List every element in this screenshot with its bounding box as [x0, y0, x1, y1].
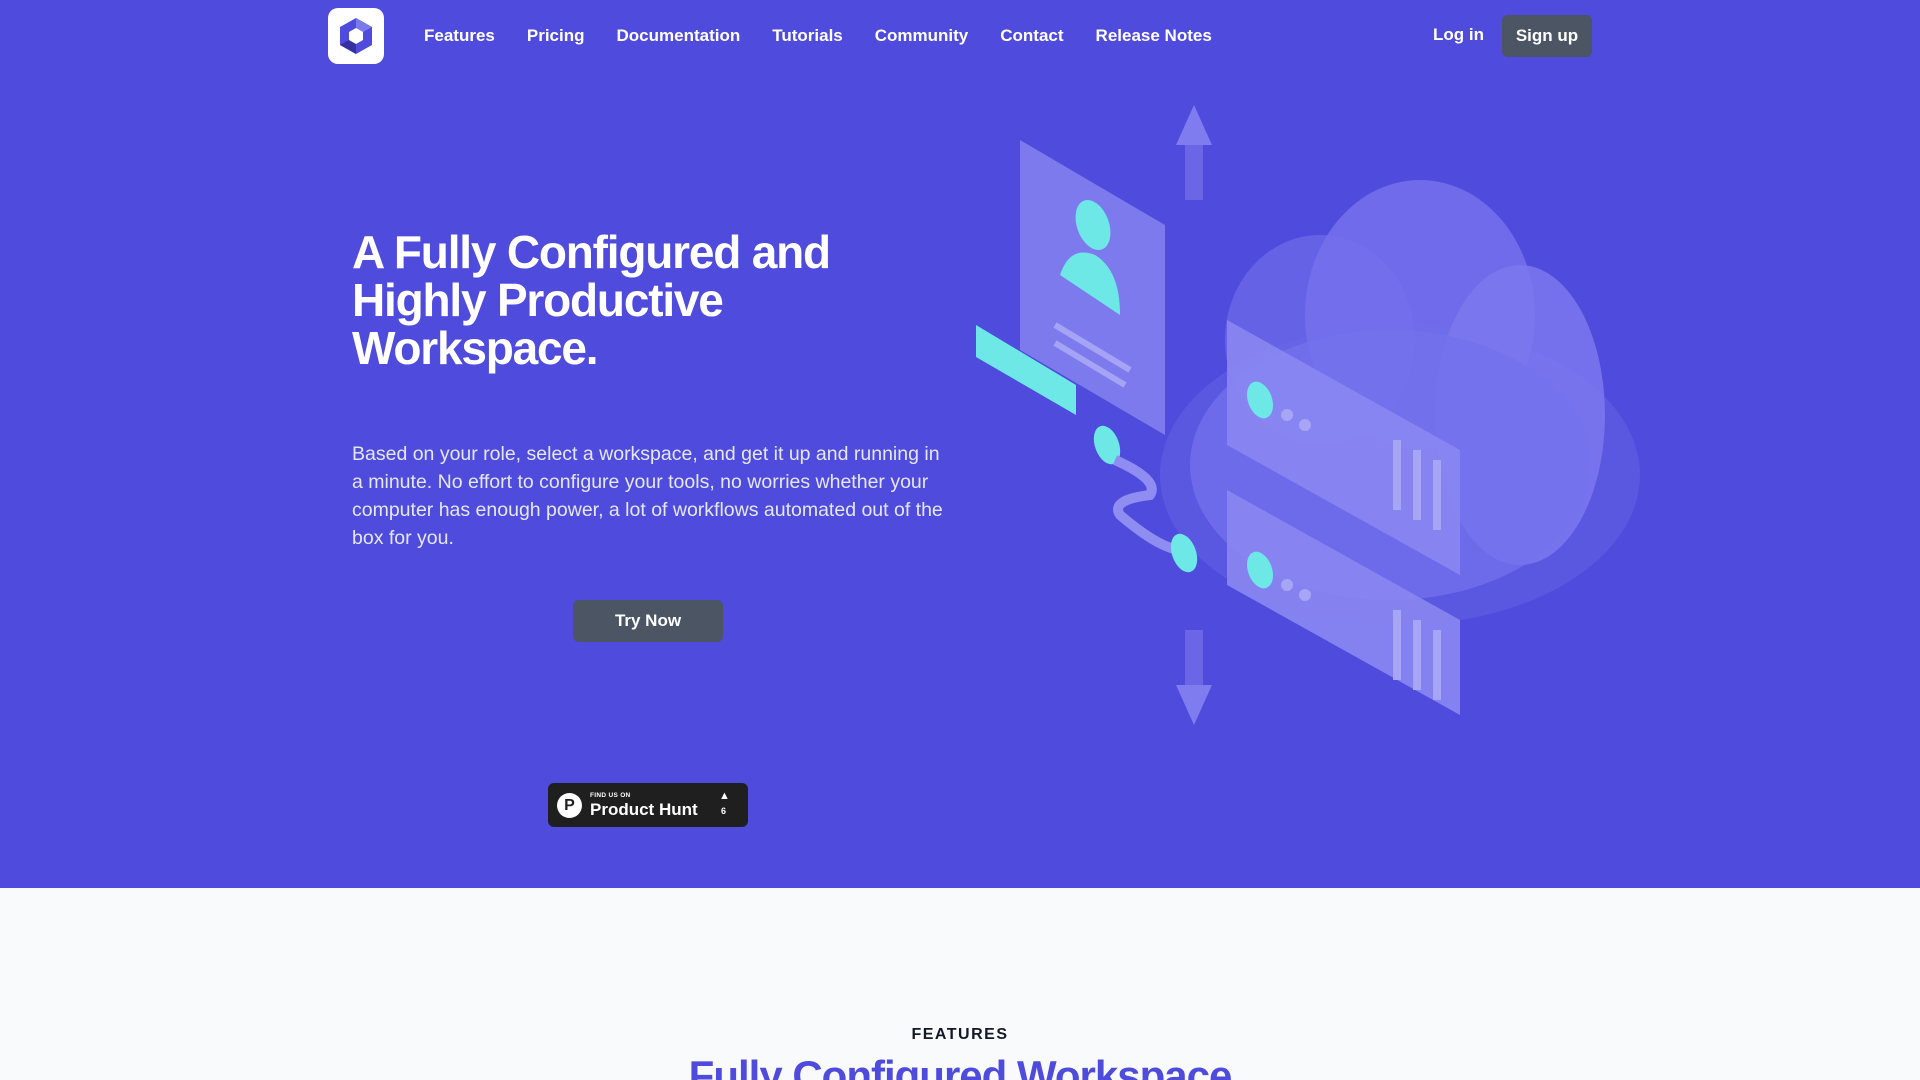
logo[interactable]	[328, 8, 384, 64]
product-hunt-small-text: FIND US ON	[590, 792, 631, 799]
nav-link-documentation[interactable]: Documentation	[617, 26, 741, 46]
nav-links: Features Pricing Documentation Tutorials…	[424, 0, 1244, 72]
upvote-arrow-icon: ▲	[719, 790, 730, 802]
try-now-button[interactable]: Try Now	[573, 600, 723, 642]
upvote-count: 6	[721, 806, 727, 816]
cloud-servers-illustration	[976, 105, 1640, 725]
nav-link-features[interactable]: Features	[424, 26, 495, 46]
signup-button[interactable]: Sign up	[1502, 15, 1592, 57]
hero-description: Based on your role, select a workspace, …	[352, 443, 943, 549]
features-eyebrow: FEATURES	[911, 1026, 1009, 1043]
download-arrow-icon	[1176, 630, 1212, 725]
nav-link-community[interactable]: Community	[875, 26, 969, 46]
hero-headline: A Fully Configured and Highly Productive…	[352, 226, 831, 374]
top-navigation: Features Pricing Documentation Tutorials…	[0, 0, 1920, 72]
hero-section: Features Pricing Documentation Tutorials…	[0, 0, 1920, 888]
hexagon-logo-icon	[340, 18, 372, 54]
nav-link-contact[interactable]: Contact	[1000, 26, 1063, 46]
product-hunt-badge[interactable]: P FIND US ON Product Hunt ▲ 6	[548, 783, 748, 827]
nav-link-pricing[interactable]: Pricing	[527, 26, 585, 46]
product-hunt-logo-icon: P	[557, 793, 582, 818]
upload-arrow-icon	[1176, 105, 1212, 200]
nav-link-release-notes[interactable]: Release Notes	[1096, 26, 1212, 46]
features-title: Fully Configured Workspace	[688, 1052, 1233, 1080]
product-hunt-name: Product Hunt	[590, 800, 698, 819]
nav-link-tutorials[interactable]: Tutorials	[772, 26, 843, 46]
login-link[interactable]: Log in	[1433, 25, 1484, 45]
